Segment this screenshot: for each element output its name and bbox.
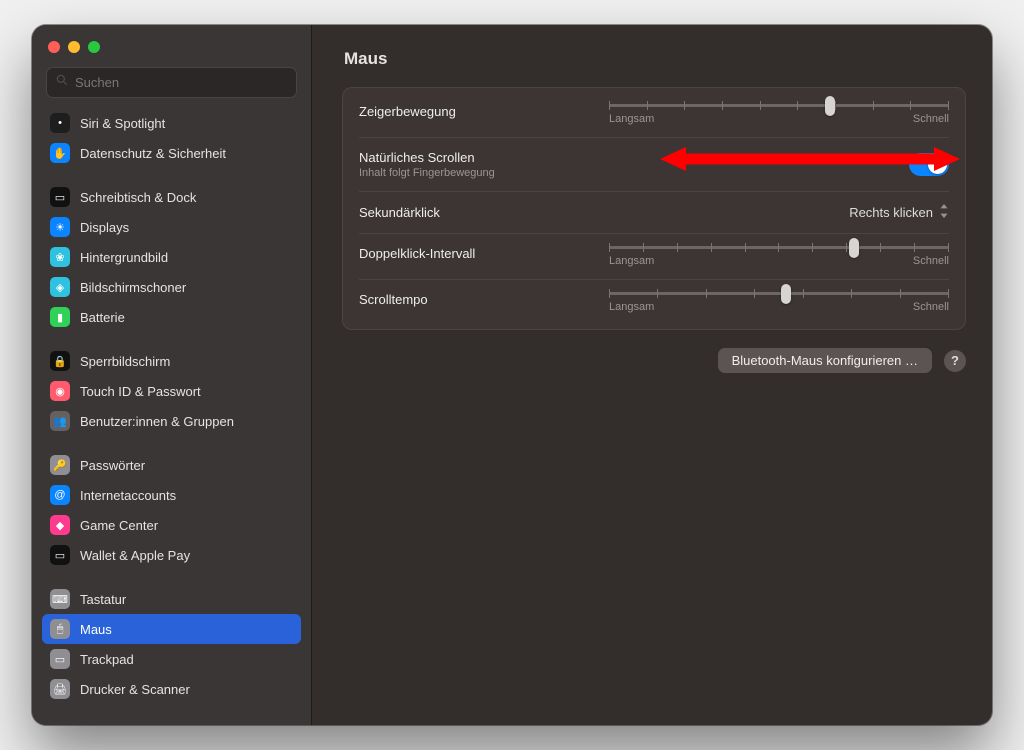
select-value: Rechts klicken [849, 205, 933, 220]
sidebar-item-wallpaper[interactable]: ❀ Hintergrundbild [42, 242, 301, 272]
wallet-icon: ▭ [50, 545, 70, 565]
sidebar-item-label: Game Center [80, 518, 158, 533]
sidebar-item-mouse[interactable]: 🖱 Maus [42, 614, 301, 644]
desktop-icon: ▭ [50, 187, 70, 207]
trackpad-icon: ▭ [50, 649, 70, 669]
lockscreen-icon: 🔒 [50, 351, 70, 371]
slider-doubleclick[interactable] [609, 246, 949, 249]
sidebar-item-privacy[interactable]: ✋ Datenschutz & Sicherheit [42, 138, 301, 168]
label-doubleclick: Doppelklick-Intervall [359, 246, 529, 261]
users-icon: 👥 [50, 411, 70, 431]
slider-min: Langsam [609, 255, 654, 267]
sidebar-item-label: Bildschirmschoner [80, 280, 186, 295]
label-natural: Natürliches Scrollen [359, 150, 889, 165]
minimize-icon[interactable] [68, 41, 80, 53]
privacy-icon: ✋ [50, 143, 70, 163]
sidebar-item-label: Schreibtisch & Dock [80, 190, 196, 205]
footer: Bluetooth-Maus konfigurieren … ? [342, 348, 966, 373]
row-scrollspeed: Scrolltempo Langsam Schnell [359, 279, 949, 325]
sidebar-item-label: Hintergrundbild [80, 250, 168, 265]
settings-panel: Zeigerbewegung Langsam Schnell [342, 87, 966, 330]
keyboard-icon: ⌨ [50, 589, 70, 609]
sidebar-item-label: Touch ID & Passwort [80, 384, 201, 399]
bluetooth-config-button[interactable]: Bluetooth-Maus konfigurieren … [718, 348, 932, 373]
sidebar-item-label: Maus [80, 622, 112, 637]
internet-icon: @ [50, 485, 70, 505]
label-secondary: Sekundärklick [359, 205, 829, 220]
help-button[interactable]: ? [944, 350, 966, 372]
select-secondary-click[interactable]: Rechts klicken [849, 204, 949, 221]
sidebar-item-label: Trackpad [80, 652, 134, 667]
sidebar-list[interactable]: • Siri & Spotlight ✋ Datenschutz & Sicherhe… [32, 108, 311, 725]
displays-icon: ☀ [50, 217, 70, 237]
sidebar-item-label: Displays [80, 220, 129, 235]
slider-min: Langsam [609, 113, 654, 125]
sidebar-item-label: Drucker & Scanner [80, 682, 190, 697]
slider-max: Schnell [913, 255, 949, 267]
content-pane: Maus Zeigerbewegung Langsam Schnell [312, 25, 992, 725]
slider-tracking[interactable] [609, 104, 949, 107]
sidebar-item-label: Siri & Spotlight [80, 116, 165, 131]
sidebar-item-users[interactable]: 👥 Benutzer:innen & Gruppen [42, 406, 301, 436]
sidebar-item-lockscreen[interactable]: 🔒 Sperrbildschirm [42, 346, 301, 376]
sidebar-item-screensaver[interactable]: ◈ Bildschirmschoner [42, 272, 301, 302]
sidebar-item-label: Batterie [80, 310, 125, 325]
printers-icon: 🖨 [50, 679, 70, 699]
sidebar-item-gamecenter[interactable]: ◆ Game Center [42, 510, 301, 540]
chevron-updown-icon [939, 204, 949, 221]
sidebar-item-label: Wallet & Apple Pay [80, 548, 190, 563]
screensaver-icon: ◈ [50, 277, 70, 297]
slider-max: Schnell [913, 113, 949, 125]
sidebar-item-passwords[interactable]: 🔑 Passwörter [42, 450, 301, 480]
sidebar-item-label: Tastatur [80, 592, 126, 607]
sidebar-item-label: Passwörter [80, 458, 145, 473]
sidebar-item-trackpad[interactable]: ▭ Trackpad [42, 644, 301, 674]
wallpaper-icon: ❀ [50, 247, 70, 267]
page-title: Maus [344, 49, 966, 69]
passwords-icon: 🔑 [50, 455, 70, 475]
sidebar-item-desktop[interactable]: ▭ Schreibtisch & Dock [42, 182, 301, 212]
sidebar-item-internet[interactable]: @ Internetaccounts [42, 480, 301, 510]
gamecenter-icon: ◆ [50, 515, 70, 535]
sidebar-item-displays[interactable]: ☀ Displays [42, 212, 301, 242]
sidebar-item-label: Internetaccounts [80, 488, 176, 503]
search-field[interactable] [46, 67, 297, 98]
row-secondary-click: Sekundärklick Rechts klicken [359, 191, 949, 233]
touchid-icon: ◉ [50, 381, 70, 401]
sidebar: • Siri & Spotlight ✋ Datenschutz & Sicherhe… [32, 25, 312, 725]
close-icon[interactable] [48, 41, 60, 53]
label-tracking: Zeigerbewegung [359, 104, 529, 119]
sub-natural: Inhalt folgt Fingerbewegung [359, 167, 889, 179]
settings-window: • Siri & Spotlight ✋ Datenschutz & Sicherhe… [32, 25, 992, 725]
sidebar-item-keyboard[interactable]: ⌨ Tastatur [42, 584, 301, 614]
slider-scrollspeed[interactable] [609, 292, 949, 295]
siri-icon: • [50, 113, 70, 133]
row-tracking: Zeigerbewegung Langsam Schnell [359, 92, 949, 137]
sidebar-item-siri[interactable]: • Siri & Spotlight [42, 108, 301, 138]
sidebar-item-battery[interactable]: ▮ Batterie [42, 302, 301, 332]
sidebar-item-wallet[interactable]: ▭ Wallet & Apple Pay [42, 540, 301, 570]
slider-max: Schnell [913, 301, 949, 313]
row-natural-scroll: Natürliches Scrollen Inhalt folgt Finger… [359, 137, 949, 191]
sidebar-item-printers[interactable]: 🖨 Drucker & Scanner [42, 674, 301, 704]
window-controls [32, 25, 311, 63]
battery-icon: ▮ [50, 307, 70, 327]
search-icon [55, 73, 69, 92]
sidebar-item-touchid[interactable]: ◉ Touch ID & Passwort [42, 376, 301, 406]
mouse-icon: 🖱 [50, 619, 70, 639]
slider-min: Langsam [609, 301, 654, 313]
zoom-icon[interactable] [88, 41, 100, 53]
sidebar-item-label: Benutzer:innen & Gruppen [80, 414, 234, 429]
sidebar-item-label: Sperrbildschirm [80, 354, 170, 369]
row-doubleclick: Doppelklick-Intervall Langsam Schnell [359, 233, 949, 279]
toggle-natural-scroll[interactable] [909, 153, 949, 176]
search-input[interactable] [75, 75, 288, 90]
label-scrollspeed: Scrolltempo [359, 292, 529, 307]
sidebar-item-label: Datenschutz & Sicherheit [80, 146, 226, 161]
